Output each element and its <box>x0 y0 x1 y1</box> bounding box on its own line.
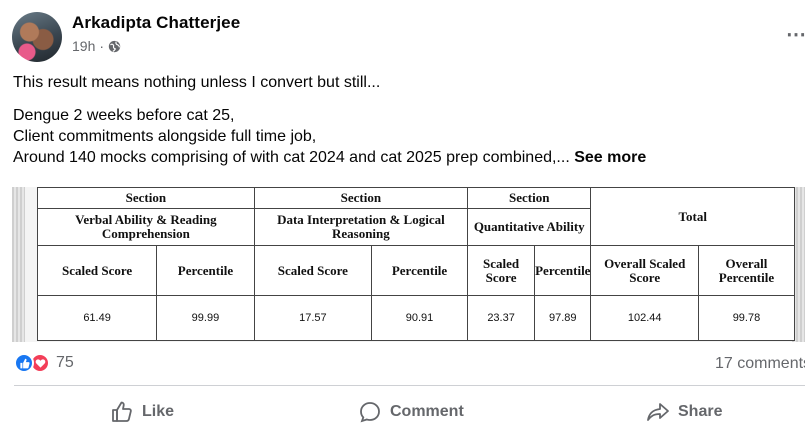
post-intro: This result means nothing unless I conve… <box>13 74 381 91</box>
scorecard-table: Section Section Section Total Verbal Abi… <box>36 187 796 341</box>
thumbs-up-icon <box>112 401 132 422</box>
section-header: Section <box>253 187 469 209</box>
sub-header: Percentile <box>370 245 469 296</box>
meta-separator: · <box>99 38 105 54</box>
section-name-dilr: Data Interpretation & Logical Reasoning <box>253 208 469 246</box>
reactions-summary[interactable]: 75 <box>14 353 74 373</box>
comments-count[interactable]: 17 comments <box>715 355 805 373</box>
watermark-strip-left <box>12 187 25 342</box>
share-label: Share <box>678 403 723 420</box>
see-more-link[interactable]: See more <box>574 149 646 166</box>
comment-label: Comment <box>390 403 464 420</box>
sub-header: Scaled Score <box>253 245 372 296</box>
sub-header: Percentile <box>156 245 255 296</box>
like-reaction-icon <box>14 353 34 373</box>
result-image[interactable]: Section Section Section Total Verbal Abi… <box>12 187 805 342</box>
sub-header: Overall Percentile <box>697 245 796 296</box>
scorecard: Section Section Section Total Verbal Abi… <box>36 187 796 341</box>
more-options-icon[interactable]: ⋯ <box>786 22 805 47</box>
like-label: Like <box>142 403 175 420</box>
score-cell: 61.49 <box>36 295 158 341</box>
post-line-text: Around 140 mocks comprising of with cat … <box>13 149 570 166</box>
sub-header: Scaled Score <box>467 245 536 296</box>
divider <box>14 385 805 386</box>
globe-icon[interactable] <box>108 40 121 53</box>
score-cell: 99.78 <box>697 295 796 341</box>
section-header: Section <box>37 187 255 209</box>
section-name-varc: Verbal Ability & Reading Comprehension <box>37 208 255 246</box>
share-arrow-icon <box>647 403 669 421</box>
sub-header: Overall Scaled Score <box>590 245 699 296</box>
post-line: Dengue 2 weeks before cat 25, <box>13 107 235 124</box>
comment-bubble-icon <box>360 402 380 423</box>
post-header: Arkadipta Chatterjee 19h · ⋯ <box>12 10 805 62</box>
post-body: Dengue 2 weeks before cat 25, Client com… <box>13 105 793 168</box>
score-cell: 102.44 <box>590 295 699 341</box>
score-cell: 97.89 <box>534 295 592 341</box>
post-meta: 19h · <box>72 38 121 54</box>
like-button[interactable]: Like <box>110 396 174 428</box>
score-cell: 23.37 <box>467 295 536 341</box>
post-time[interactable]: 19h <box>72 38 95 54</box>
action-bar: Like Comment Share <box>0 390 805 434</box>
section-header: Section <box>467 187 592 209</box>
score-cell: 90.91 <box>370 295 469 341</box>
post-text: This result means nothing unless I conve… <box>13 72 793 180</box>
comment-button[interactable]: Comment <box>358 396 464 428</box>
share-button[interactable]: Share <box>646 396 722 428</box>
author-name[interactable]: Arkadipta Chatterjee <box>72 13 240 33</box>
avatar[interactable] <box>12 12 62 62</box>
sub-header: Scaled Score <box>36 245 158 296</box>
score-cell: 99.99 <box>156 295 255 341</box>
score-cell: 17.57 <box>253 295 372 341</box>
post-line: Client commitments alongside full time j… <box>13 128 317 145</box>
section-name-qa: Quantitative Ability <box>467 208 592 246</box>
reaction-count: 75 <box>56 354 74 371</box>
sub-header: Percentile <box>534 245 592 296</box>
total-header: Total <box>590 187 795 246</box>
post-line: Around 140 mocks comprising of with cat … <box>13 147 793 168</box>
